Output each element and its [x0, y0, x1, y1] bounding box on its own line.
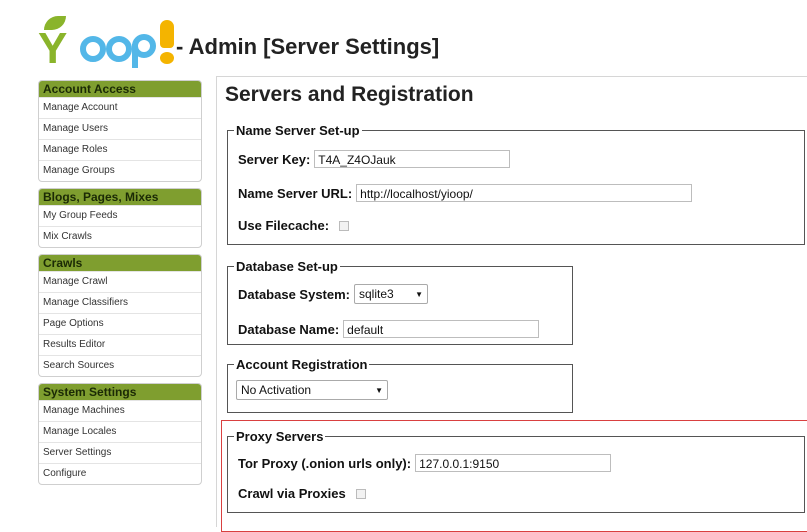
sidebar-item-page-options[interactable]: Page Options	[39, 313, 201, 334]
database-fieldset: Database Set-up Database System: sqlite3…	[227, 259, 573, 345]
sidebar-item-manage-classifiers[interactable]: Manage Classifiers	[39, 292, 201, 313]
sidebar-item-manage-machines[interactable]: Manage Machines	[39, 400, 201, 421]
admin-sidebar: Account Access Manage Account Manage Use…	[38, 80, 202, 491]
name-server-url-label: Name Server URL:	[238, 185, 353, 201]
fieldset-legend: Name Server Set-up	[236, 123, 360, 138]
page-header: Y - Admin [Server Settings]	[36, 12, 796, 73]
sidebar-group-heading: Blogs, Pages, Mixes	[39, 189, 201, 205]
server-key-label: Server Key:	[238, 151, 311, 167]
sidebar-group-heading: Account Access	[39, 81, 201, 97]
sidebar-item-configure[interactable]: Configure	[39, 463, 201, 484]
sidebar-item-my-group-feeds[interactable]: My Group Feeds	[39, 205, 201, 226]
chevron-down-icon: ▼	[415, 289, 423, 299]
sidebar-group-crawls: Crawls Manage Crawl Manage Classifiers P…	[38, 254, 202, 377]
filecache-label: Use Filecache:	[238, 218, 330, 233]
section-heading: Servers and Registration	[225, 83, 474, 106]
tor-proxy-row: Tor Proxy (.onion urls only): 127.0.0.1:…	[238, 454, 612, 472]
crawl-proxies-checkbox[interactable]	[355, 488, 366, 499]
name-server-url-input[interactable]: http://localhost/yioop/	[356, 184, 693, 202]
database-name-label: Database Name:	[238, 321, 340, 337]
database-system-select[interactable]: sqlite3 ▼	[354, 284, 428, 304]
registration-row: No Activation ▼	[236, 380, 388, 400]
database-name-row: Database Name: default	[238, 320, 540, 338]
page-title: - Admin [Server Settings]	[176, 34, 440, 59]
sidebar-group-system-settings: System Settings Manage Machines Manage L…	[38, 383, 202, 485]
name-server-fieldset: Name Server Set-up Server Key: T4A_Z4OJa…	[227, 123, 805, 245]
sidebar-item-manage-roles[interactable]: Manage Roles	[39, 139, 201, 160]
sidebar-item-manage-locales[interactable]: Manage Locales	[39, 421, 201, 442]
crawl-proxies-label: Crawl via Proxies	[238, 486, 346, 501]
sidebar-item-manage-groups[interactable]: Manage Groups	[39, 160, 201, 181]
sidebar-item-mix-crawls[interactable]: Mix Crawls	[39, 226, 201, 247]
sidebar-item-server-settings[interactable]: Server Settings	[39, 442, 201, 463]
crawl-proxies-row: Crawl via Proxies	[238, 486, 366, 501]
sidebar-group-blogs: Blogs, Pages, Mixes My Group Feeds Mix C…	[38, 188, 202, 248]
chevron-down-icon: ▼	[375, 385, 383, 395]
server-key-row: Server Key: T4A_Z4OJauk	[238, 150, 511, 168]
tor-proxy-label: Tor Proxy (.onion urls only):	[238, 455, 412, 471]
yioop-logo[interactable]: Y	[36, 12, 176, 73]
tor-proxy-input[interactable]: 127.0.0.1:9150	[415, 454, 612, 472]
database-system-label: Database System:	[238, 286, 350, 302]
sidebar-group-heading: System Settings	[39, 384, 201, 400]
filecache-row: Use Filecache:	[238, 218, 350, 233]
sidebar-item-search-sources[interactable]: Search Sources	[39, 355, 201, 376]
server-key-input[interactable]: T4A_Z4OJauk	[314, 150, 511, 168]
sidebar-group-account-access: Account Access Manage Account Manage Use…	[38, 80, 202, 182]
database-name-input[interactable]: default	[343, 320, 540, 338]
sidebar-item-manage-users[interactable]: Manage Users	[39, 118, 201, 139]
fieldset-legend: Database Set-up	[236, 259, 338, 274]
sidebar-item-manage-account[interactable]: Manage Account	[39, 97, 201, 118]
registration-value: No Activation	[241, 383, 312, 397]
sidebar-group-heading: Crawls	[39, 255, 201, 271]
registration-select[interactable]: No Activation ▼	[236, 380, 388, 400]
sidebar-item-manage-crawl[interactable]: Manage Crawl	[39, 271, 201, 292]
name-server-url-row: Name Server URL: http://localhost/yioop/	[238, 184, 693, 202]
filecache-checkbox[interactable]	[339, 220, 350, 231]
settings-panel: Servers and Registration Name Server Set…	[216, 76, 807, 532]
fieldset-legend: Proxy Servers	[236, 429, 324, 444]
proxy-fieldset: Proxy Servers Tor Proxy (.onion urls onl…	[227, 429, 805, 513]
fieldset-legend: Account Registration	[236, 357, 368, 372]
database-system-value: sqlite3	[359, 287, 394, 301]
registration-fieldset: Account Registration No Activation ▼	[227, 357, 573, 413]
sidebar-item-results-editor[interactable]: Results Editor	[39, 334, 201, 355]
database-system-row: Database System: sqlite3 ▼	[238, 284, 428, 304]
